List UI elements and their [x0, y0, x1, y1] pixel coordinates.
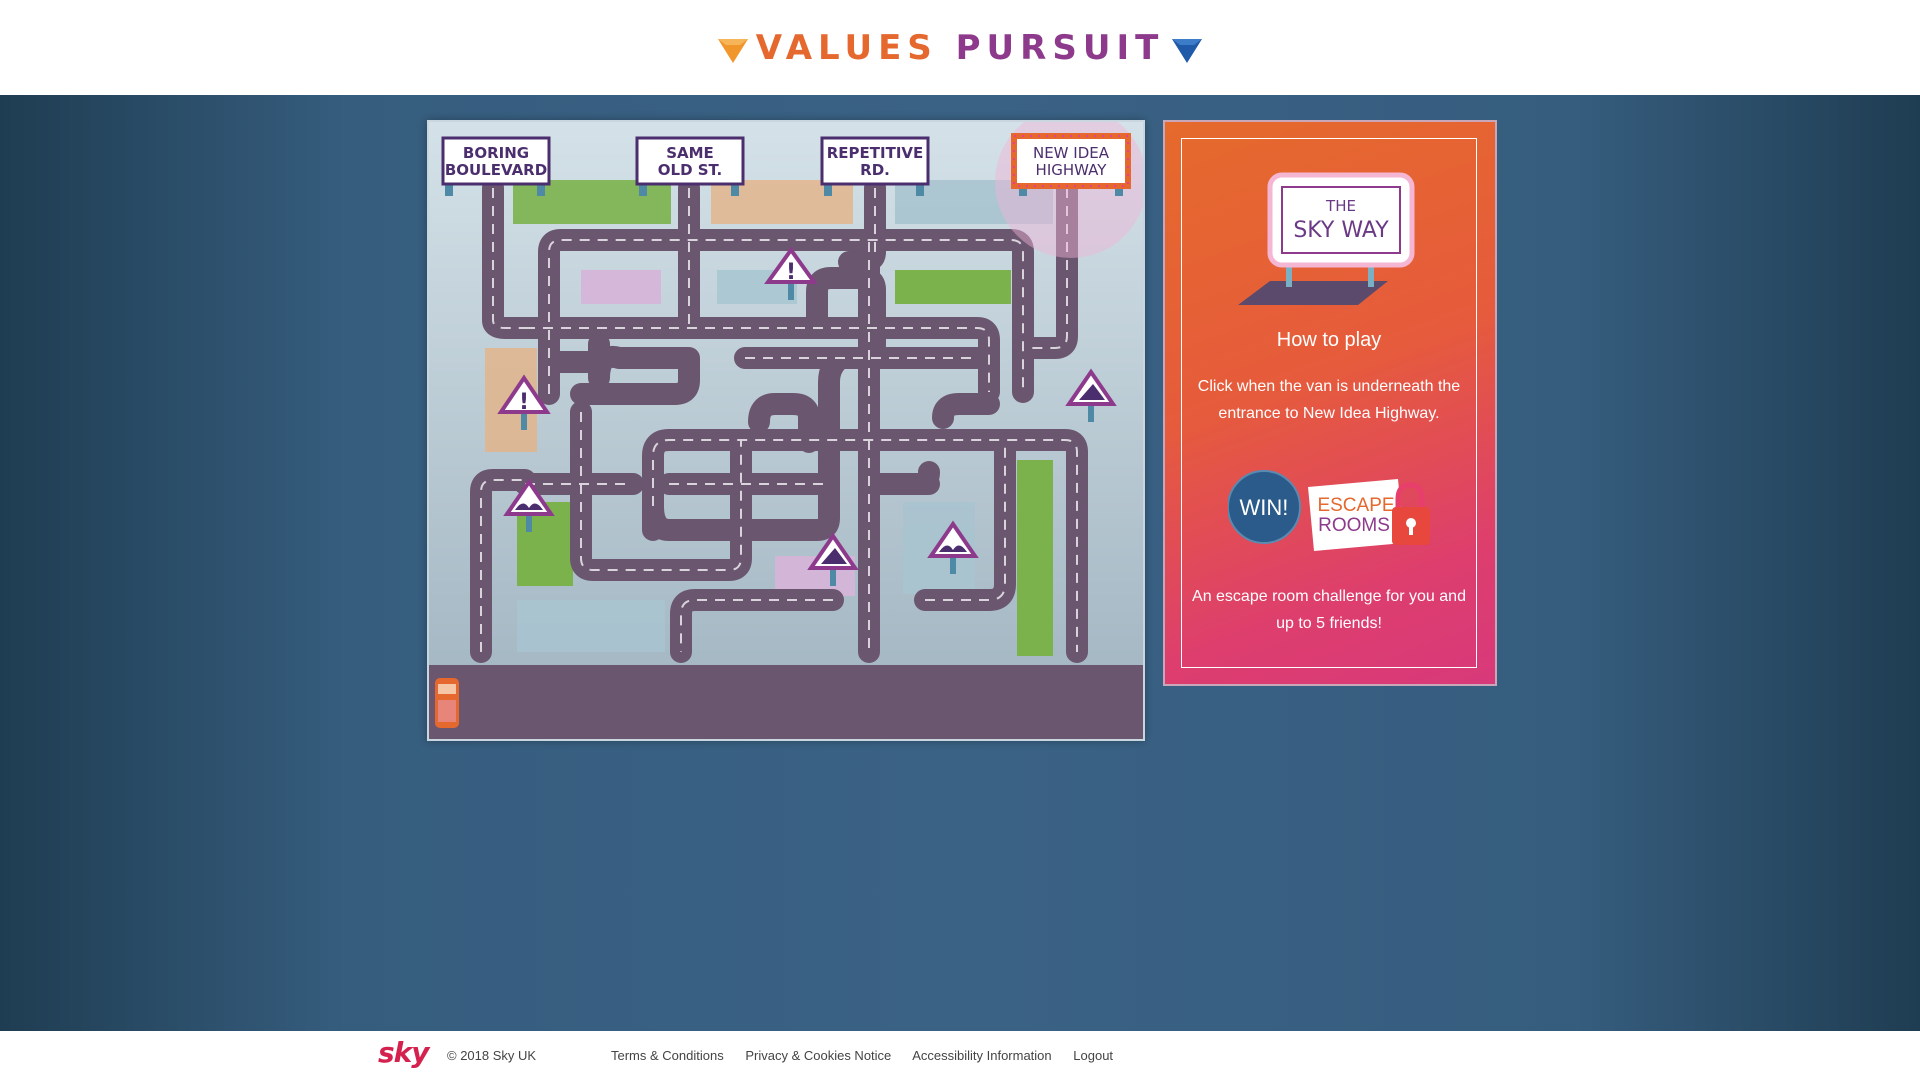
rooms-text: ROOMS	[1318, 515, 1390, 536]
svg-text:!: !	[519, 390, 529, 415]
sky-way-billboard-icon: THE SKY WAY	[1238, 172, 1415, 305]
sign-old-st-text: OLD ST.	[658, 161, 722, 179]
svg-text:!: !	[786, 260, 796, 285]
instructions-text: Click when the van is underneath the ent…	[1197, 378, 1461, 422]
sign-boulevard-text: BOULEVARD	[445, 161, 547, 179]
accessibility-link[interactable]: Accessibility Information	[912, 1048, 1051, 1063]
copyright-text: © 2018 Sky UK	[447, 1048, 537, 1063]
maze-game-board[interactable]: ! ! BORING BOULEVARD SAME OLD ST. REPETI…	[427, 120, 1145, 741]
terms-link[interactable]: Terms & Conditions	[611, 1048, 724, 1063]
sign-rd-text: RD.	[860, 161, 890, 179]
sign-repetitive-text: REPETITIVE	[827, 144, 924, 162]
skyway-name-text: SKY WAY	[1293, 218, 1389, 243]
win-text: WIN!	[1240, 495, 1289, 520]
logout-link[interactable]: Logout	[1073, 1048, 1113, 1063]
sign-new-idea-text: NEW IDEA	[1033, 144, 1110, 162]
blue-gem-icon	[1172, 38, 1203, 63]
logo-word-values: VALUES	[755, 28, 938, 68]
van-icon	[435, 678, 459, 728]
logo-word-pursuit: PURSUIT	[955, 28, 1165, 68]
how-to-play-heading: How to play	[1276, 329, 1382, 351]
header: VALUES PURSUIT	[0, 0, 1920, 95]
sign-boring-text: BORING	[463, 144, 529, 162]
sign-same-text: SAME	[666, 144, 714, 162]
panel-border: THE SKY WAY How to play Click when the v…	[1181, 138, 1477, 668]
sky-logo: sky	[378, 1036, 430, 1069]
win-escape-rooms-icon: WIN! ESCAPE ROOMS	[1228, 470, 1430, 551]
sign-highway-text: HIGHWAY	[1036, 161, 1108, 179]
escape-room-description: An escape room challenge for you and up …	[1192, 588, 1466, 632]
escape-text: ESCAPE	[1317, 495, 1394, 516]
skyway-the-text: THE	[1325, 197, 1356, 215]
how-to-play-panel: THE SKY WAY How to play Click when the v…	[1163, 120, 1497, 686]
privacy-link[interactable]: Privacy & Cookies Notice	[745, 1048, 891, 1063]
footer-links: Terms & Conditions Privacy & Cookies Not…	[611, 1048, 1131, 1063]
orange-gem-icon	[717, 38, 748, 63]
values-pursuit-logo: VALUES PURSUIT	[0, 28, 1920, 68]
